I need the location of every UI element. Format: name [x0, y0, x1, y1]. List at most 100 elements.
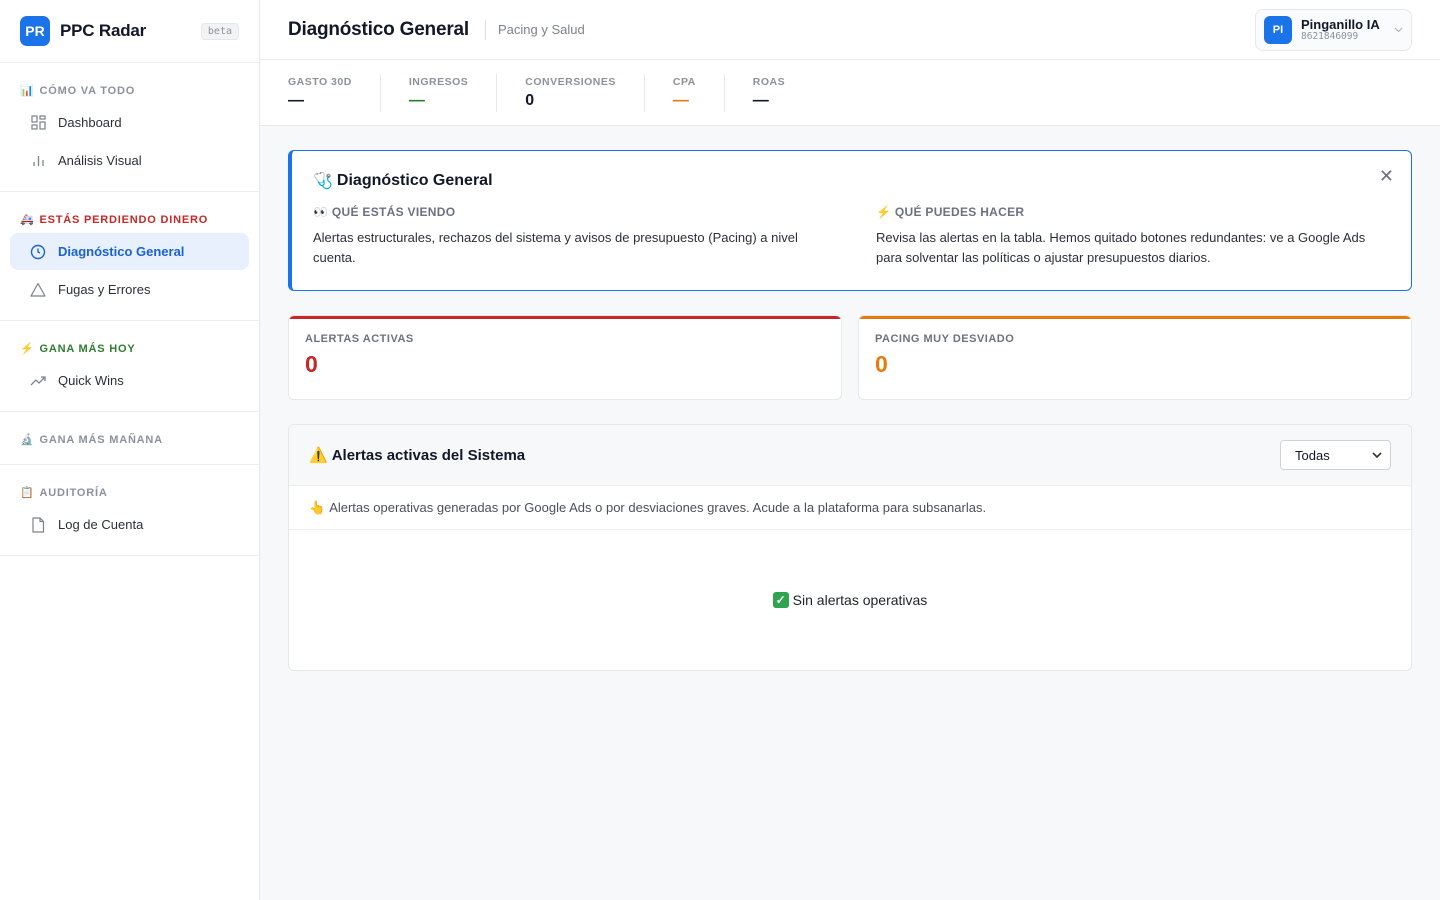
brand-logo[interactable]: PR [20, 16, 50, 46]
warning-emoji-icon: ⚠️ [309, 447, 328, 464]
info-col-text: Alertas estructurales, rechazos del sist… [313, 230, 798, 265]
sidebar-section-auditoria: 📋 AUDITORÍA Log de Cuenta [0, 465, 259, 556]
kpi-cpa: CPA — [672, 73, 725, 112]
stat-value: 0 [875, 351, 888, 377]
account-id: 8621846099 [1301, 30, 1359, 42]
section-title: 📋 AUDITORÍA [10, 483, 249, 505]
alerts-header: ⚠️ Alertas activas del Sistema Todas [289, 425, 1411, 486]
account-info: Pinganillo IA 8621846099 [1301, 18, 1380, 42]
alerts-empty-text: Sin alertas operativas [792, 592, 928, 608]
sidebar-item-dashboard[interactable]: Dashboard [10, 104, 249, 141]
kpi-gasto-30d: GASTO 30D — [288, 73, 381, 112]
kpi-label: CONVERSIONES [525, 75, 616, 88]
account-switcher[interactable]: PI Pinganillo IA 8621846099 [1255, 9, 1412, 51]
kpi-label: CPA [672, 75, 696, 88]
brand: PR PPC Radar beta [0, 0, 259, 63]
section-title-text: GANA MÁS HOY [39, 342, 136, 355]
beta-badge: beta [200, 22, 239, 40]
sidebar-item-label: Diagnóstico General [58, 244, 185, 259]
clock-icon [28, 242, 48, 262]
bar-chart-icon [28, 151, 48, 171]
file-icon [28, 515, 48, 535]
avatar: PI [1264, 16, 1292, 44]
kpi-value: 0 [525, 91, 535, 109]
lightning-emoji-icon: ⚡ [20, 343, 35, 355]
stat-card-alertas-activas: ALERTAS ACTIVAS 0 [288, 315, 842, 400]
sidebar-item-label: Log de Cuenta [58, 517, 144, 532]
page-subtitle: Pacing y Salud [484, 19, 585, 40]
microscope-emoji-icon: 🔬 [20, 434, 35, 446]
kpi-strip: GASTO 30D — INGRESOS — CONVERSIONES 0 CP… [260, 60, 1440, 126]
sidebar-item-label: Dashboard [58, 115, 122, 130]
sidebar-section-perdiendo-dinero: 🚑 ESTÁS PERDIENDO DINERO Diagnóstico Gen… [0, 192, 259, 321]
section-title: 🔬 GANA MÁS MAÑANA [10, 430, 249, 452]
brand-name[interactable]: PPC Radar [60, 21, 146, 41]
alerts-panel: ⚠️ Alertas activas del Sistema Todas 👆 A… [288, 424, 1412, 671]
sidebar-item-label: Análisis Visual [58, 153, 142, 168]
kpi-ingresos: INGRESOS — [408, 73, 498, 112]
alerts-filter-value: Todas [1295, 447, 1330, 463]
check-icon: ✓ [772, 592, 789, 608]
stat-value: 0 [305, 351, 318, 377]
kpi-label: INGRESOS [408, 75, 469, 88]
chevron-down-icon [1394, 25, 1403, 36]
alerts-empty-state: ✓ Sin alertas operativas [289, 530, 1411, 670]
pointing-up-emoji-icon: 👆 [309, 499, 326, 515]
stat-card-pacing-desviado: PACING MUY DESVIADO 0 [858, 315, 1412, 400]
stethoscope-emoji-icon: 🩺 [313, 173, 333, 190]
grid-icon [28, 113, 48, 133]
kpi-value: — [672, 91, 689, 109]
stat-label: PACING MUY DESVIADO [875, 333, 1015, 345]
top-header: Diagnóstico General Pacing y Salud PI Pi… [260, 0, 1440, 60]
clipboard-emoji-icon: 📋 [20, 487, 35, 499]
info-title: 🩺 Diagnóstico General [313, 171, 1389, 191]
alerts-note: 👆 Alertas operativas generadas por Googl… [289, 486, 1411, 530]
sidebar-section-gana-mas-manana: 🔬 GANA MÁS MAÑANA [0, 412, 259, 465]
alerts-filter-select[interactable]: Todas [1280, 440, 1391, 470]
section-title-text: GANA MÁS MAÑANA [39, 433, 163, 446]
page-title: Diagnóstico General [288, 18, 469, 40]
info-title-text: Diagnóstico General [336, 172, 493, 189]
warning-triangle-icon [28, 280, 48, 300]
section-title: 📊 CÓMO VA TODO [10, 81, 249, 103]
sidebar-item-diagnostico-general[interactable]: Diagnóstico General [10, 233, 249, 270]
sidebar-item-label: Fugas y Errores [58, 282, 151, 297]
kpi-value: — [288, 91, 304, 109]
section-title-text: CÓMO VA TODO [39, 84, 136, 97]
sidebar-section-como-va-todo: 📊 CÓMO VA TODO Dashboard Análisis Visual [0, 63, 259, 192]
close-icon[interactable]: ✕ [1379, 167, 1394, 185]
sidebar-item-analisis-visual[interactable]: Análisis Visual [10, 142, 249, 179]
trending-up-icon [28, 371, 48, 391]
ambulance-emoji-icon: 🚑 [20, 214, 35, 226]
sidebar-item-log-de-cuenta[interactable]: Log de Cuenta [10, 506, 249, 543]
alerts-title-text: Alertas activas del Sistema [331, 446, 526, 464]
info-col-title: 👀 QUÉ ESTÁS VIENDO [313, 205, 456, 219]
chevron-down-icon [1372, 450, 1382, 461]
info-col-text: Revisa las alertas en la tabla. Hemos qu… [876, 230, 1366, 265]
section-title-text: AUDITORÍA [39, 486, 108, 499]
sidebar: PR PPC Radar beta 📊 CÓMO VA TODO Dashboa… [0, 0, 260, 900]
info-panel: 🩺 Diagnóstico General ✕ 👀 QUÉ ESTÁS VIEN… [288, 150, 1412, 291]
sidebar-item-label: Quick Wins [58, 373, 124, 388]
sidebar-item-fugas-errores[interactable]: Fugas y Errores [10, 271, 249, 308]
kpi-value: — [408, 91, 425, 109]
section-title: 🚑 ESTÁS PERDIENDO DINERO [10, 210, 249, 232]
alerts-title: ⚠️ Alertas activas del Sistema [309, 446, 526, 465]
info-col-viendo: 👀 QUÉ ESTÁS VIENDO Alertas estructurales… [313, 205, 854, 268]
kpi-label: ROAS [752, 75, 786, 88]
chart-emoji-icon: 📊 [20, 85, 35, 97]
kpi-label: GASTO 30D [288, 75, 352, 88]
sidebar-section-gana-mas-hoy: ⚡ GANA MÁS HOY Quick Wins [0, 321, 259, 412]
kpi-conversiones: CONVERSIONES 0 [525, 73, 645, 112]
info-col-title: ⚡ QUÉ PUEDES HACER [876, 205, 1025, 219]
kpi-value: — [752, 91, 769, 109]
info-columns: 👀 QUÉ ESTÁS VIENDO Alertas estructurales… [313, 205, 1389, 268]
alerts-note-text: Alertas operativas generadas por Google … [329, 500, 987, 515]
account-name: Pinganillo IA [1301, 17, 1380, 33]
info-col-hacer: ⚡ QUÉ PUEDES HACER Revisa las alertas en… [854, 205, 1389, 268]
section-title-text: ESTÁS PERDIENDO DINERO [39, 213, 209, 226]
sidebar-item-quick-wins[interactable]: Quick Wins [10, 362, 249, 399]
kpi-roas: ROAS — [753, 74, 813, 112]
stat-label: ALERTAS ACTIVAS [305, 333, 414, 345]
section-title: ⚡ GANA MÁS HOY [10, 339, 249, 361]
